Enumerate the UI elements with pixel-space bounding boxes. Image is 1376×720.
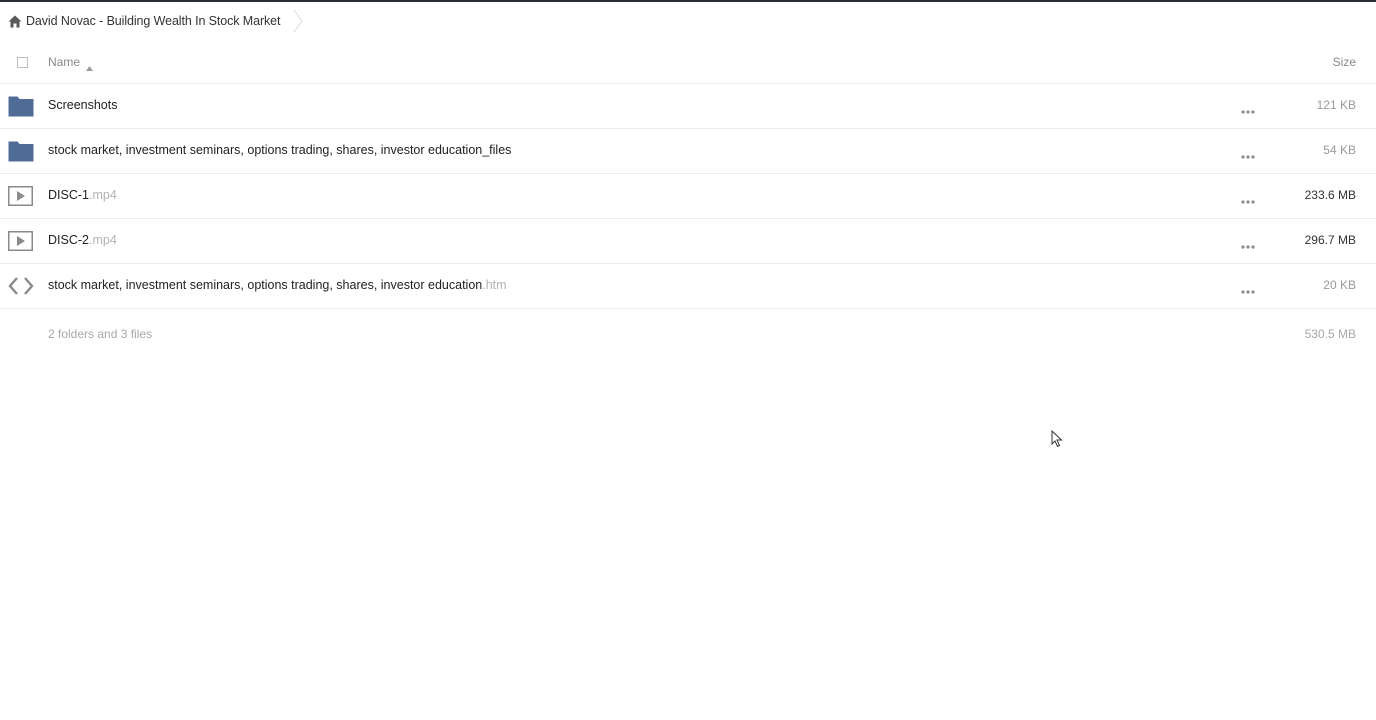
summary-count: 2 folders and 3 files [48, 327, 153, 341]
file-row[interactable]: Screenshots 121 KB [0, 84, 1376, 129]
file-name-link[interactable]: stock market, investment seminars, optio… [48, 143, 511, 157]
summary-total-size: 530.5 MB [1304, 327, 1356, 341]
column-header-size[interactable]: Size [1333, 55, 1356, 69]
file-name-text: stock market, investment seminars, optio… [48, 278, 483, 292]
more-actions-icon[interactable] [1240, 103, 1256, 114]
file-size: 54 KB [1323, 143, 1356, 157]
folder-icon [8, 94, 34, 118]
file-name-text: stock market, investment seminars, optio… [48, 143, 512, 157]
file-size: 121 KB [1316, 98, 1356, 112]
mouse-cursor-icon [1051, 429, 1063, 448]
column-header-name-label: Name [48, 55, 81, 69]
window-top-border [0, 0, 1376, 2]
file-name-link[interactable]: DISC-2.mp4 [48, 233, 117, 247]
file-list-header: Name Size [0, 41, 1376, 84]
file-name-text: Screenshots [48, 98, 118, 112]
file-row[interactable]: stock market, investment seminars, optio… [0, 129, 1376, 174]
file-size: 296.7 MB [1304, 233, 1356, 247]
file-row[interactable]: DISC-1.mp4 233.6 MB [0, 174, 1376, 219]
file-size: 20 KB [1323, 278, 1356, 292]
more-actions-icon[interactable] [1240, 148, 1256, 159]
video-file-icon [8, 229, 34, 253]
video-file-icon [8, 184, 34, 208]
file-name-link[interactable]: DISC-1.mp4 [48, 188, 117, 202]
more-actions-icon[interactable] [1240, 283, 1256, 294]
more-actions-icon[interactable] [1240, 193, 1256, 204]
column-header-name[interactable]: Name [48, 55, 94, 71]
file-row[interactable]: DISC-2.mp4 296.7 MB [0, 219, 1376, 264]
home-icon[interactable] [8, 15, 22, 28]
breadcrumb-current-folder[interactable]: David Novac - Building Wealth In Stock M… [26, 14, 281, 28]
file-name-text: DISC-1 [48, 188, 89, 202]
file-name-link[interactable]: stock market, investment seminars, optio… [48, 278, 507, 292]
breadcrumb: David Novac - Building Wealth In Stock M… [8, 9, 304, 33]
file-name-link[interactable]: Screenshots [48, 98, 117, 112]
file-list: Screenshots 121 KB stock market, investmen… [0, 84, 1376, 309]
folder-icon [8, 139, 34, 163]
file-size: 233.6 MB [1304, 188, 1356, 202]
breadcrumb-separator-icon [292, 9, 304, 33]
file-extension: .mp4 [88, 188, 117, 202]
file-name-text: DISC-2 [48, 233, 89, 247]
file-extension: .htm [482, 278, 507, 292]
more-actions-icon[interactable] [1240, 238, 1256, 249]
sort-ascending-icon [86, 60, 94, 71]
code-file-icon [8, 274, 34, 298]
file-row[interactable]: stock market, investment seminars, optio… [0, 264, 1376, 309]
select-all-checkbox[interactable] [17, 57, 28, 68]
file-extension: .mp4 [88, 233, 117, 247]
